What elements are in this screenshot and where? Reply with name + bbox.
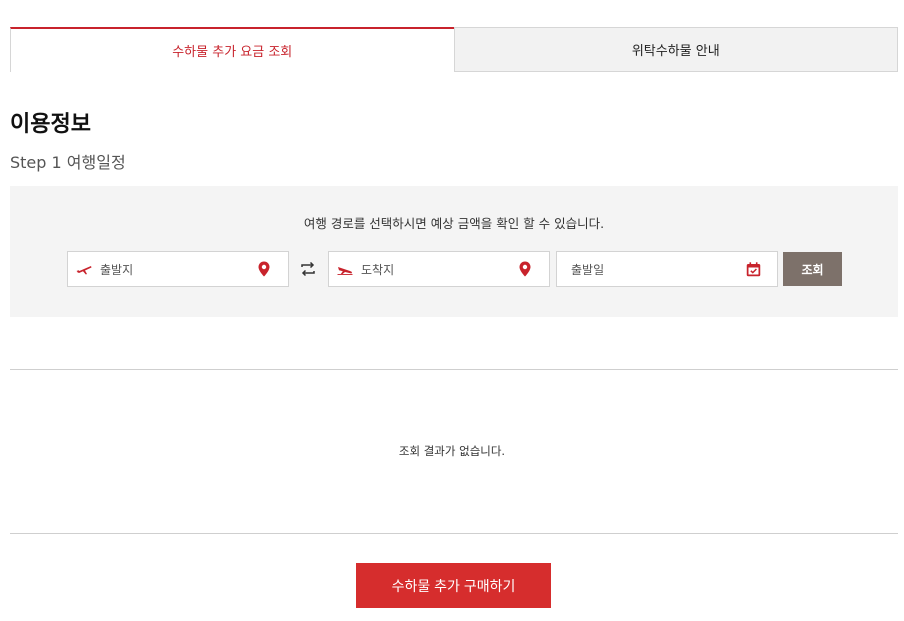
plane-takeoff-icon — [76, 261, 92, 277]
tab-checked-baggage-info[interactable]: 위탁수하물 안내 — [453, 27, 898, 72]
departure-placeholder: 출발지 — [100, 262, 134, 277]
tab-bar: 수하물 추가 요금 조회 위탁수하물 안내 — [10, 27, 898, 72]
tab-label: 위탁수하물 안내 — [631, 44, 720, 59]
results-divider-bottom — [10, 533, 898, 534]
swap-arrows-icon[interactable] — [298, 259, 318, 279]
search-button[interactable]: 조회 — [783, 252, 842, 286]
purchase-extra-baggage-button[interactable]: 수하물 추가 구매하기 — [356, 563, 551, 608]
section-title: 이용정보 — [10, 112, 91, 137]
location-pin-icon[interactable] — [256, 261, 272, 277]
arrival-field[interactable]: 도착지 — [328, 251, 550, 287]
calendar-check-icon[interactable] — [745, 261, 761, 277]
search-description: 여행 경로를 선택하시면 예상 금액을 확인 할 수 있습니다. — [303, 216, 605, 231]
plane-landing-icon — [337, 261, 353, 277]
tab-label: 수하물 추가 요금 조회 — [172, 45, 293, 60]
step-title: Step 1 여행일정 — [10, 153, 126, 172]
location-pin-icon[interactable] — [517, 261, 533, 277]
departure-date-placeholder: 출발일 — [571, 262, 605, 277]
departure-date-field[interactable]: 출발일 — [556, 251, 778, 287]
tab-baggage-fee-lookup[interactable]: 수하물 추가 요금 조회 — [10, 27, 454, 72]
no-result-message: 조회 결과가 없습니다. — [398, 444, 506, 458]
departure-field[interactable]: 출발지 — [67, 251, 289, 287]
results-divider-top — [10, 369, 898, 370]
arrival-placeholder: 도착지 — [361, 262, 395, 277]
itinerary-search-panel: 여행 경로를 선택하시면 예상 금액을 확인 할 수 있습니다. 출발지 도착지… — [10, 186, 898, 317]
